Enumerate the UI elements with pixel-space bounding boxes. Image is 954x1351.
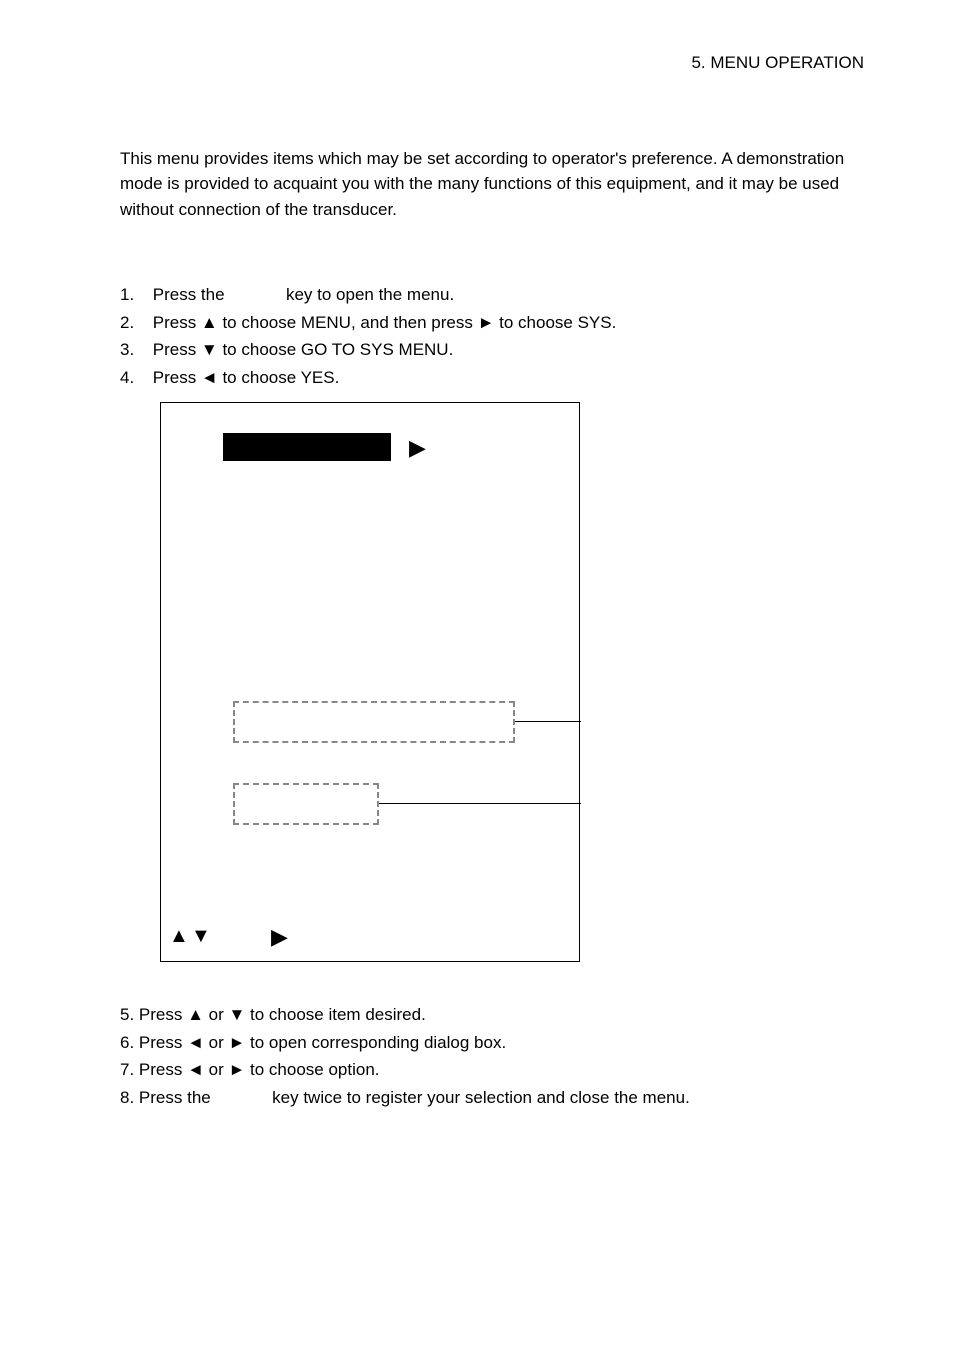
triangle-down-icon: ▼ [191,921,211,951]
step-text: Press ▲ to choose MENU, and then press ►… [153,313,617,332]
diagram-container: ▶ ▲ ▼ ▶ [160,402,864,962]
step-3: 3. Press ▼ to choose GO TO SYS MENU. [120,337,864,363]
step-text: Press ◄ to choose YES. [153,368,340,387]
highlighted-menu-bar [223,433,391,461]
step-text-a: Press the [153,285,225,304]
step-number: 3. [120,337,148,363]
step-6: 6. Press ◄ or ► to open corresponding di… [120,1030,864,1056]
steps-list-1: 1. Press the key to open the menu. 2. Pr… [120,282,864,390]
step-text: Press ◄ or ► to choose option. [139,1060,380,1079]
step-number: 7. [120,1060,134,1079]
step-8: 8. Press the key twice to register your … [120,1085,864,1111]
step-text: Press ▲ or ▼ to choose item desired. [139,1005,426,1024]
page-header: 5. MENU OPERATION [120,50,864,76]
step-number: 5. [120,1005,134,1024]
step-number: 4. [120,365,148,391]
triangle-up-icon: ▲ [169,921,189,951]
step-text: Press ◄ or ► to open corresponding dialo… [139,1033,506,1052]
menu-diagram: ▶ ▲ ▼ ▶ [160,402,580,962]
triangle-right-icon: ▶ [271,920,288,953]
triangle-right-icon: ▶ [409,431,426,464]
step-number: 1. [120,282,148,308]
step-4: 4. Press ◄ to choose YES. [120,365,864,391]
step-text-b: key to open the menu. [286,285,454,304]
step-number: 2. [120,310,148,336]
step-text-a: Press the [139,1088,211,1107]
step-2: 2. Press ▲ to choose MENU, and then pres… [120,310,864,336]
callout-line-2 [379,803,581,804]
step-number: 8. [120,1088,134,1107]
step-7: 7. Press ◄ or ► to choose option. [120,1057,864,1083]
step-number: 6. [120,1033,134,1052]
dashed-selection-box-2 [233,783,379,825]
step-1: 1. Press the key to open the menu. [120,282,864,308]
steps-list-2: 5. Press ▲ or ▼ to choose item desired. … [120,1002,864,1110]
intro-paragraph: This menu provides items which may be se… [120,146,864,223]
step-text-b: key twice to register your selection and… [272,1088,690,1107]
dashed-selection-box-1 [233,701,515,743]
step-5: 5. Press ▲ or ▼ to choose item desired. [120,1002,864,1028]
step-text: Press ▼ to choose GO TO SYS MENU. [153,340,454,359]
callout-line-1 [515,721,581,722]
